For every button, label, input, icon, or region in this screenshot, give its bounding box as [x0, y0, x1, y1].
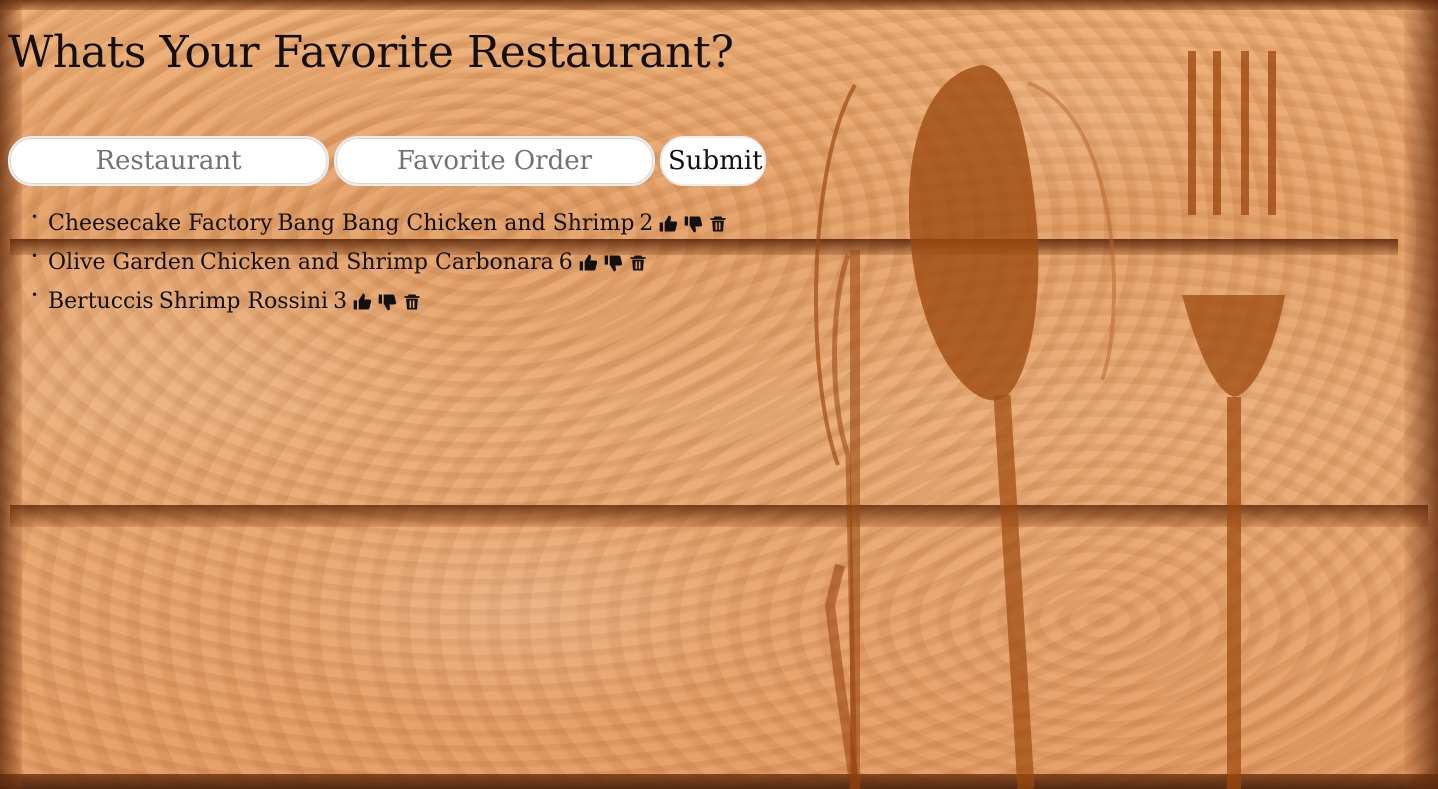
favorite-order: Shrimp Rossini: [158, 289, 329, 314]
wood-side-left: [0, 0, 22, 789]
trash-icon[interactable]: [402, 292, 422, 312]
favorite-item: Cheesecake Factory Bang Bang Chicken and…: [31, 204, 728, 243]
trash-icon[interactable]: [708, 214, 728, 234]
restaurant-input[interactable]: [8, 136, 329, 186]
thumbs-up-icon[interactable]: [352, 292, 372, 312]
favorite-item: Bertuccis Shrimp Rossini 3: [31, 282, 728, 321]
plank-edge-top: [0, 0, 1438, 10]
favorite-order-input[interactable]: [334, 136, 655, 186]
favorite-order: Chicken and Shrimp Carbonara: [200, 250, 554, 275]
wood-background: [0, 0, 1438, 789]
vote-count: 3: [333, 289, 348, 314]
page-title: Whats Your Favorite Restaurant?: [8, 27, 734, 78]
submit-button[interactable]: Submit: [660, 136, 766, 186]
thumbs-up-icon[interactable]: [658, 214, 678, 234]
favorite-order: Bang Bang Chicken and Shrimp: [277, 211, 635, 236]
plank-edge-middle-lower: [10, 505, 1428, 527]
favorite-item: Olive Garden Chicken and Shrimp Carbonar…: [31, 243, 728, 282]
trash-icon[interactable]: [628, 253, 648, 273]
vote-count: 6: [558, 250, 573, 275]
thumbs-down-icon[interactable]: [683, 214, 703, 234]
silverware-illustration: [814, 51, 1285, 789]
thumbs-up-icon[interactable]: [578, 253, 598, 273]
thumbs-down-icon[interactable]: [603, 253, 623, 273]
favorite-restaurant-form: Submit: [8, 136, 766, 186]
restaurant-name: Bertuccis: [48, 289, 154, 314]
thumbs-down-icon[interactable]: [377, 292, 397, 312]
wood-side-right: [1404, 0, 1438, 789]
plank-edge-bottom: [0, 774, 1438, 789]
favorites-list: Cheesecake Factory Bang Bang Chicken and…: [31, 204, 728, 321]
vote-count: 2: [639, 211, 654, 236]
restaurant-name: Cheesecake Factory: [48, 211, 273, 236]
restaurant-name: Olive Garden: [48, 250, 196, 275]
